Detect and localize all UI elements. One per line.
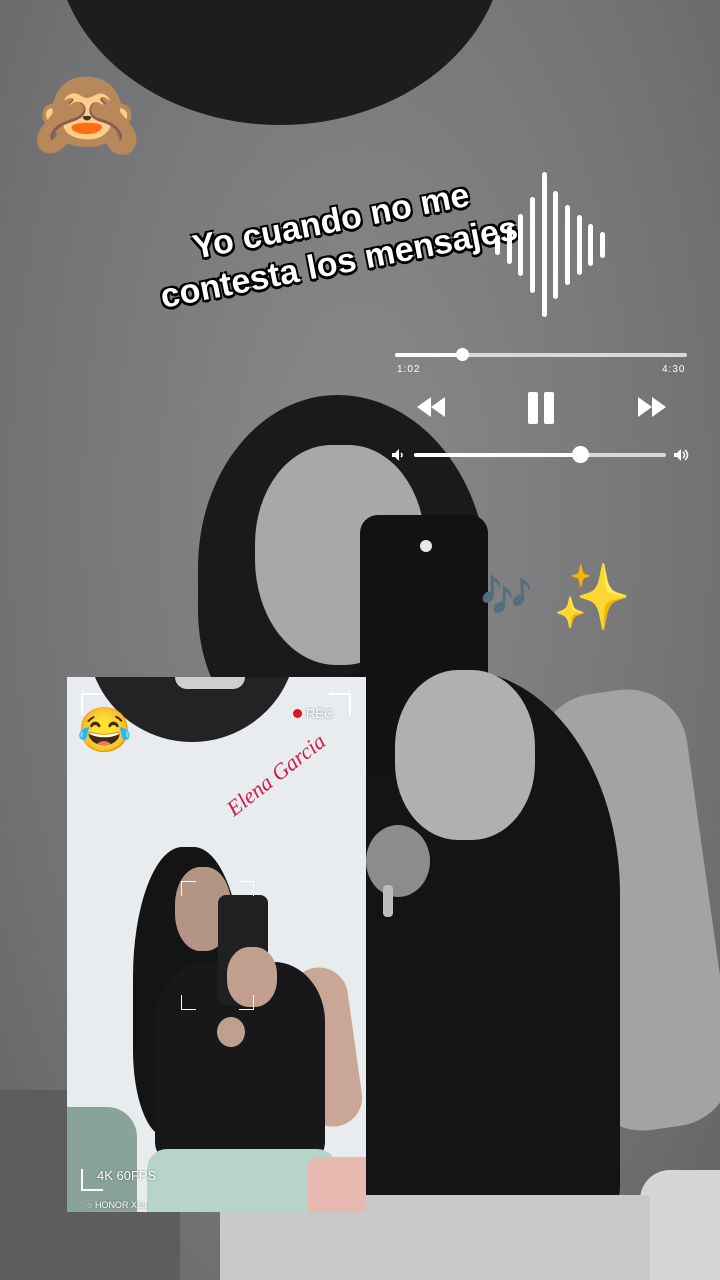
device-dot-icon: ○ — [87, 1200, 95, 1210]
top-keyhole — [366, 825, 430, 897]
signature-watermark: Elena Garcia — [221, 728, 331, 821]
phone-camera — [420, 540, 432, 552]
zipper — [383, 885, 393, 917]
focus-corner-tl — [181, 881, 196, 896]
focus-corner-br — [239, 995, 254, 1010]
person-hand — [395, 670, 535, 840]
volume-fill — [414, 453, 581, 457]
speaker-low-icon[interactable] — [391, 448, 407, 462]
rec-dot-icon — [293, 709, 302, 718]
inset-lamp-label — [175, 677, 245, 689]
inset-video-frame: REC 😂 Elena Garcia 4K 60FPS HD ○ HONOR X… — [67, 677, 366, 1212]
format-label: 4K 60FPS — [97, 1168, 157, 1183]
inset-keyhole — [217, 1017, 245, 1047]
total-duration: 4:30 — [662, 364, 686, 375]
elapsed-time: 1:02 — [397, 364, 421, 375]
audio-waveform-icon — [495, 172, 605, 317]
speaker-high-icon[interactable] — [673, 448, 691, 462]
device-label: ○ HONOR X6a — [87, 1200, 147, 1210]
device-name: HONOR X6a — [94, 1200, 147, 1210]
sparkles-icon: ✨ — [552, 561, 632, 633]
laughing-emoji-icon: 😂 — [77, 706, 132, 755]
music-notes-icon: 🎶 — [480, 572, 533, 619]
rewind-icon[interactable] — [415, 396, 447, 418]
focus-corner-tr — [239, 881, 254, 896]
inset-couch — [67, 1107, 137, 1212]
rec-label: REC — [306, 706, 334, 721]
fast-forward-icon[interactable] — [636, 396, 668, 418]
focus-corner-bl — [181, 995, 196, 1010]
bed-right — [640, 1170, 720, 1280]
pause-icon[interactable] — [528, 392, 554, 424]
see-no-evil-monkey-icon: 🙈 — [32, 64, 142, 163]
photo-sticker — [307, 1157, 366, 1212]
progress-fill — [395, 353, 463, 357]
